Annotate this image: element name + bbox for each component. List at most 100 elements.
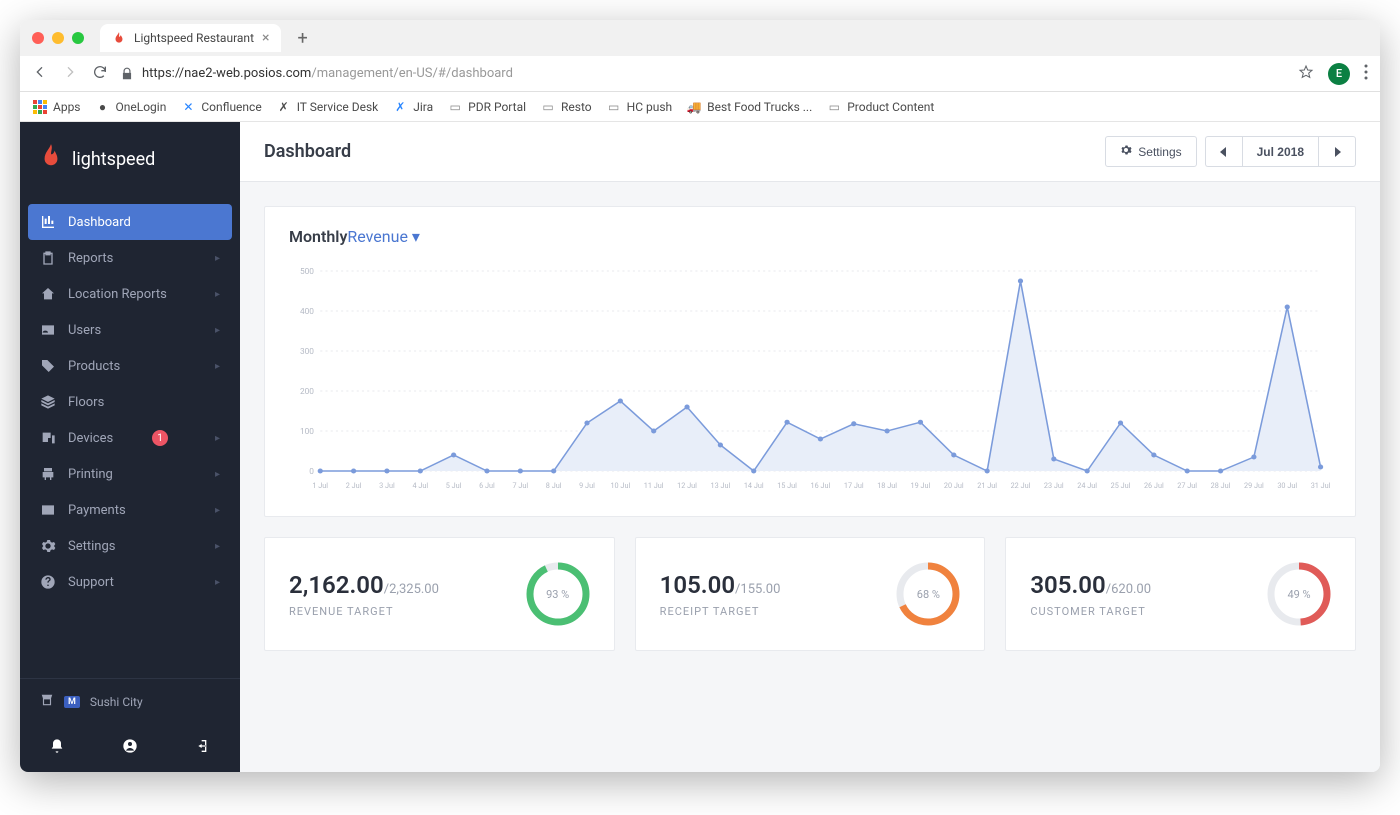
sidebar-item-label: Devices <box>68 431 113 446</box>
sidebar-item-label: Floors <box>68 395 104 410</box>
sidebar-nav: Dashboard Reports ▸ Location Reports ▸ U… <box>20 196 240 678</box>
svg-text:31 Jul: 31 Jul <box>1311 481 1331 490</box>
card-icon <box>40 502 56 518</box>
window-minimize-button[interactable] <box>52 32 64 44</box>
svg-text:500: 500 <box>300 266 314 276</box>
svg-text:12 Jul: 12 Jul <box>677 481 697 490</box>
target-label: RECEIPT TARGET <box>660 605 781 618</box>
sidebar-item-printing[interactable]: Printing ▸ <box>28 456 232 492</box>
target-denom: /620.00 <box>1106 582 1151 597</box>
chevron-right-icon: ▸ <box>215 433 220 444</box>
target-info: 2,162.00/2,325.00 REVENUE TARGET <box>289 571 439 618</box>
bookmark-pdr[interactable]: ▭PDR Portal <box>447 99 526 115</box>
sidebar-item-users[interactable]: Users ▸ <box>28 312 232 348</box>
window-maximize-button[interactable] <box>72 32 84 44</box>
reload-button[interactable] <box>92 64 108 84</box>
truck-icon: 🚚 <box>686 99 702 115</box>
url-field[interactable]: https://nae2-web.posios.com/management/e… <box>120 66 1286 81</box>
sidebar-item-dashboard[interactable]: Dashboard <box>28 204 232 240</box>
sidebar-item-products[interactable]: Products ▸ <box>28 348 232 384</box>
svg-text:13 Jul: 13 Jul <box>711 481 731 490</box>
star-icon[interactable] <box>1298 64 1314 84</box>
bookmark-hcpush[interactable]: ▭HC push <box>606 99 673 115</box>
settings-label: Settings <box>1138 145 1181 159</box>
address-bar: https://nae2-web.posios.com/management/e… <box>20 56 1380 92</box>
bookmark-bft[interactable]: 🚚Best Food Trucks ... <box>686 99 812 115</box>
sidebar-item-label: Support <box>68 575 114 590</box>
period-label[interactable]: Jul 2018 <box>1242 136 1318 167</box>
sidebar-item-label: Dashboard <box>68 215 131 230</box>
flame-icon <box>112 31 126 45</box>
chart-area: 01002003004005001 Jul2 Jul3 Jul4 Jul5 Ju… <box>289 266 1331 496</box>
forward-button[interactable] <box>62 64 78 84</box>
svg-text:6 Jul: 6 Jul <box>479 481 495 490</box>
bottom-icons <box>20 724 240 772</box>
titlebar: Lightspeed Restaurant × + <box>20 20 1380 56</box>
sidebar-item-label: Payments <box>68 503 126 518</box>
back-button[interactable] <box>32 64 48 84</box>
new-tab-button[interactable]: + <box>297 28 307 49</box>
folder-icon: ▭ <box>447 99 463 115</box>
sidebar-item-location-reports[interactable]: Location Reports ▸ <box>28 276 232 312</box>
sidebar-item-reports[interactable]: Reports ▸ <box>28 240 232 276</box>
topbar: Dashboard Settings Jul 2018 <box>240 122 1380 182</box>
nav-controls <box>32 64 108 84</box>
chevron-right-icon: ▸ <box>215 361 220 372</box>
apps-button[interactable]: Apps <box>32 99 81 115</box>
kebab-icon[interactable] <box>1364 64 1368 84</box>
svg-text:29 Jul: 29 Jul <box>1244 481 1264 490</box>
bookmark-product[interactable]: ▭Product Content <box>826 99 934 115</box>
browser-tab[interactable]: Lightspeed Restaurant × <box>100 24 281 52</box>
circle-icon: ● <box>95 99 111 115</box>
svg-text:26 Jul: 26 Jul <box>1144 481 1164 490</box>
location-selector[interactable]: M Sushi City <box>20 679 240 724</box>
layers-icon <box>40 394 56 410</box>
printer-icon <box>40 466 56 482</box>
bookmark-resto[interactable]: ▭Resto <box>540 99 592 115</box>
svg-text:19 Jul: 19 Jul <box>911 481 931 490</box>
bookmark-jira[interactable]: ✗Jira <box>392 99 433 115</box>
prev-period-button[interactable] <box>1205 136 1242 167</box>
target-label: REVENUE TARGET <box>289 605 439 618</box>
svg-text:15 Jul: 15 Jul <box>777 481 797 490</box>
svg-text:18 Jul: 18 Jul <box>877 481 897 490</box>
app: lightspeed Dashboard Reports ▸ Location … <box>20 122 1380 772</box>
next-period-button[interactable] <box>1318 136 1356 167</box>
donut-percent: 49 % <box>1267 562 1331 626</box>
bookmark-itsd[interactable]: ✗IT Service Desk <box>276 99 379 115</box>
svg-text:4 Jul: 4 Jul <box>412 481 428 490</box>
target-denom: /2,325.00 <box>384 582 439 597</box>
sidebar-item-devices[interactable]: Devices 1 ▸ <box>28 420 232 456</box>
close-icon[interactable]: × <box>262 30 269 46</box>
svg-text:100: 100 <box>300 426 314 436</box>
sidebar-item-settings[interactable]: Settings ▸ <box>28 528 232 564</box>
target-label: CUSTOMER TARGET <box>1030 605 1151 618</box>
profile-avatar[interactable]: E <box>1328 63 1350 85</box>
traffic-lights <box>32 32 84 44</box>
svg-text:25 Jul: 25 Jul <box>1111 481 1131 490</box>
sidebar-item-payments[interactable]: Payments ▸ <box>28 492 232 528</box>
main: Dashboard Settings Jul 2018 <box>240 122 1380 772</box>
sidebar-item-support[interactable]: Support ▸ <box>28 564 232 600</box>
svg-text:400: 400 <box>300 306 314 316</box>
bookmark-confluence[interactable]: ✕Confluence <box>180 99 261 115</box>
chart-title[interactable]: MonthlyRevenue ▾ <box>289 227 1331 246</box>
chevron-right-icon: ▸ <box>215 577 220 588</box>
target-value: 305.00 <box>1030 571 1105 599</box>
badge: 1 <box>152 430 168 446</box>
svg-text:11 Jul: 11 Jul <box>644 481 664 490</box>
chart-title-prefix: Monthly <box>289 227 347 246</box>
browser-window: Lightspeed Restaurant × + https://nae2-w… <box>20 20 1380 772</box>
window-close-button[interactable] <box>32 32 44 44</box>
store-icon <box>40 693 54 710</box>
bookmark-onelogin[interactable]: ●OneLogin <box>95 99 167 115</box>
svg-text:17 Jul: 17 Jul <box>844 481 864 490</box>
settings-button[interactable]: Settings <box>1105 136 1196 167</box>
grid-icon <box>32 99 48 115</box>
chart-metric-label: Revenue <box>347 227 408 246</box>
sidebar-item-floors[interactable]: Floors <box>28 384 232 420</box>
user-icon[interactable] <box>122 738 138 758</box>
lock-icon <box>120 67 134 81</box>
logout-icon[interactable] <box>195 738 211 758</box>
bell-icon[interactable] <box>49 738 65 758</box>
